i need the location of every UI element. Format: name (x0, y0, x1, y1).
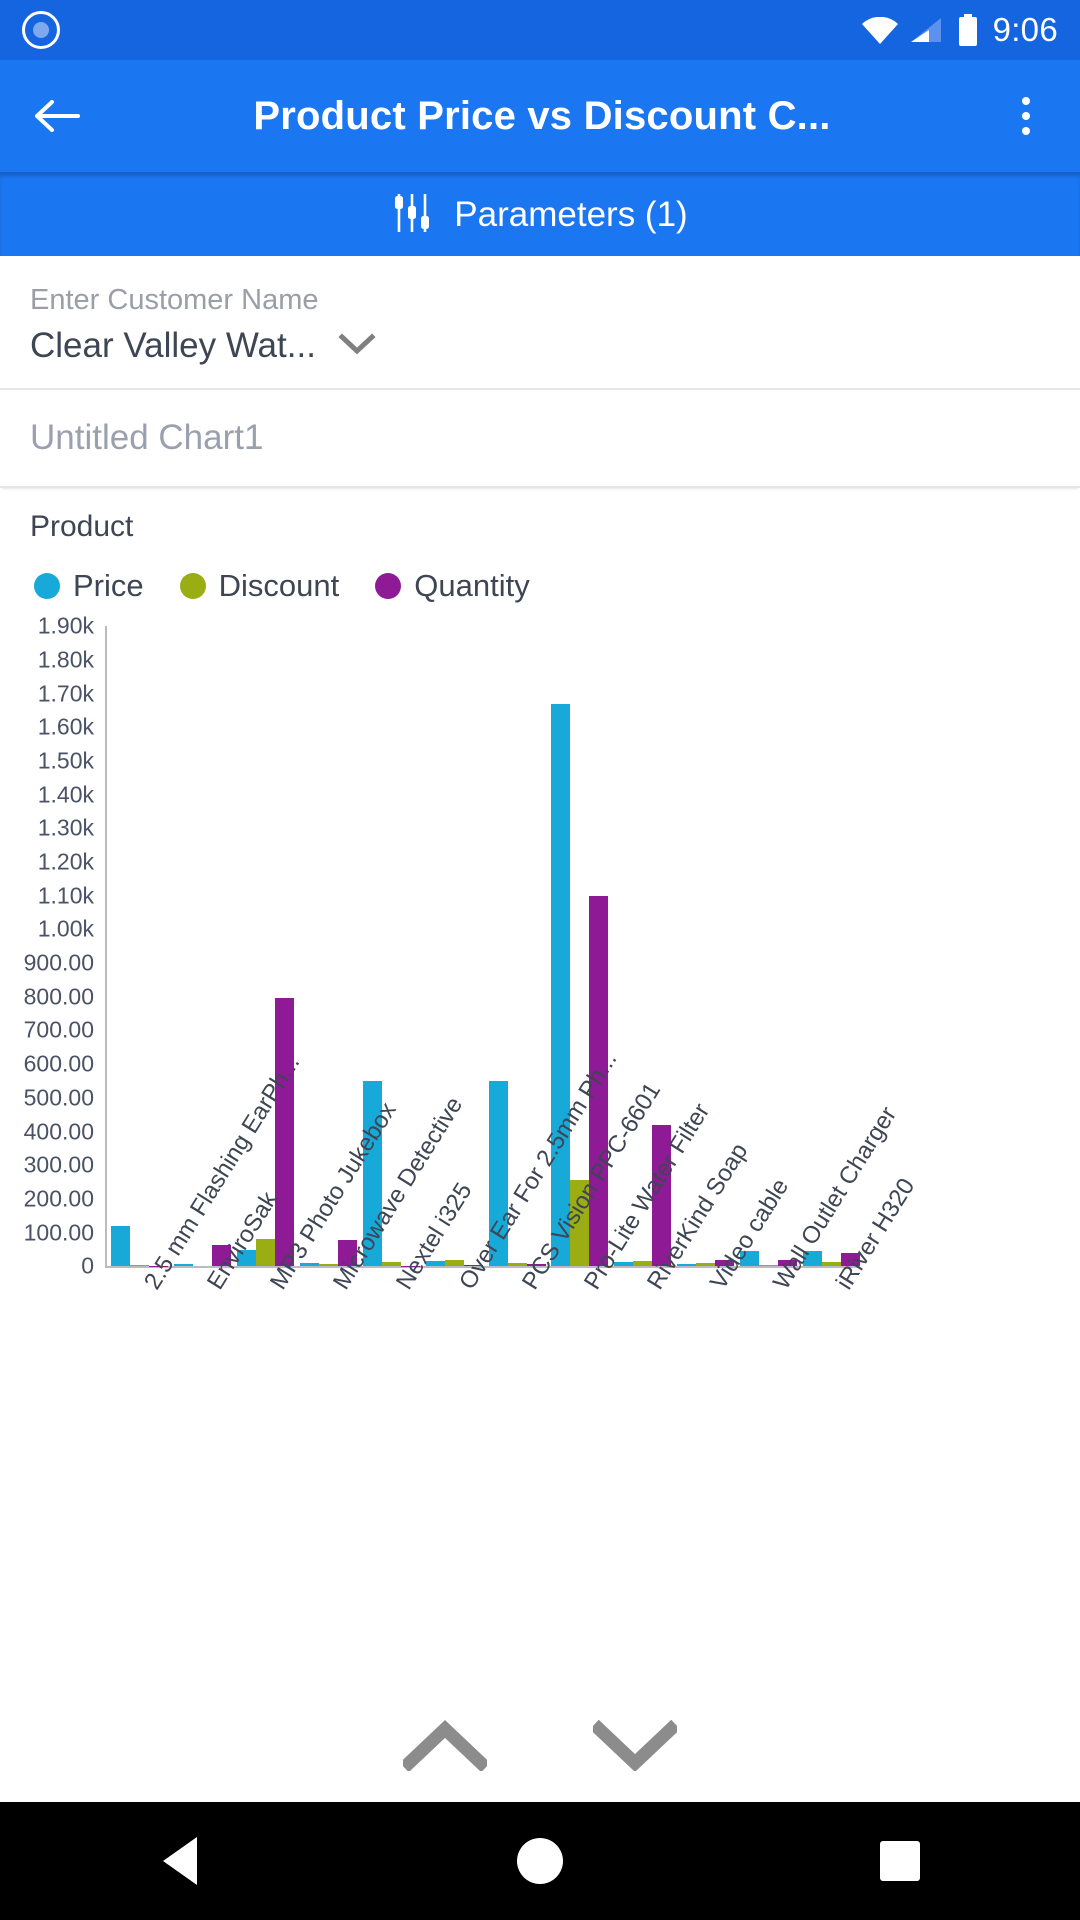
bar-group (736, 626, 799, 1267)
nav-back-triangle[interactable] (120, 1821, 240, 1901)
legend-swatch-icon (34, 573, 60, 600)
legend-item-quantity[interactable]: Quantity (375, 568, 530, 604)
app-screen: 9:06 Product Price vs Discount C... Para… (0, 0, 1080, 1920)
app-indicator-icon (22, 11, 60, 49)
bar-price[interactable] (111, 1225, 130, 1267)
y-axis-tick-label: 1.90k (37, 612, 94, 639)
y-axis-tick-label: 0 (81, 1252, 94, 1279)
y-axis-tick-label: 900.00 (23, 949, 94, 976)
chart-title-value: Untitled Chart1 (30, 418, 264, 458)
y-axis-tick-label: 1.40k (37, 781, 94, 808)
sliders-icon (392, 190, 434, 241)
battery-icon (957, 14, 979, 46)
y-axis-tick-label: 400.00 (23, 1118, 94, 1144)
back-arrow-icon[interactable] (26, 86, 86, 146)
chevron-down-icon[interactable] (338, 332, 376, 361)
y-axis-tick-label: 1.00k (37, 915, 94, 942)
parameter-caption: Enter Customer Name (30, 284, 319, 316)
status-bar-clock: 9:06 (992, 11, 1058, 48)
bar-group (422, 626, 485, 1267)
parameter-value-row[interactable]: Clear Valley Wat... (30, 326, 1050, 366)
bar-discount[interactable] (822, 1262, 842, 1267)
y-axis-tick-label: 800.00 (23, 983, 94, 1010)
chevron-up-icon[interactable] (400, 1710, 490, 1780)
parameter-value: Clear Valley Wat... (30, 326, 316, 366)
bar-group (107, 626, 170, 1267)
y-axis-tick-label: 600.00 (23, 1050, 94, 1077)
y-axis-tick-label: 1.60k (37, 713, 94, 740)
bar-discount[interactable] (381, 1262, 401, 1267)
y-axis-tick-label: 300.00 (23, 1151, 94, 1178)
y-axis-tick-label: 1.30k (37, 814, 94, 841)
bar-quantity[interactable] (274, 998, 294, 1267)
legend-label: Quantity (414, 568, 530, 604)
nav-recents-square[interactable] (840, 1821, 960, 1901)
chart-title-field[interactable]: Untitled Chart1 (0, 390, 1080, 489)
chart-container: Product Price Discount Quantity 1.90k 1.80k… (0, 488, 1080, 1718)
parameters-label: Parameters (1) (454, 195, 688, 234)
bar-discount[interactable] (318, 1263, 338, 1267)
chart-plot-area: 1.90k 1.80k 1.70k 1.60k 1.50k 1.40k 1.30k 1.20k… (0, 613, 1080, 1295)
chart-x-axis-labels: 2.5 mm Flashing EarPh... EnviroSak MP3 Pho… (107, 1047, 920, 1534)
legend-label: Price (73, 568, 144, 604)
bar-discount[interactable] (444, 1260, 464, 1267)
legend-swatch-icon (375, 573, 402, 600)
legend-label: Discount (218, 568, 340, 604)
y-axis-tick-label: 500.00 (23, 1084, 94, 1111)
chart-y-axis-labels: 1.90k 1.80k 1.70k 1.60k 1.50k 1.40k 1.30k 1.20k… (0, 613, 102, 1279)
chart-x-axis-caption: Product (30, 510, 134, 544)
overflow-menu-icon[interactable] (998, 86, 1054, 146)
bar-discount[interactable] (633, 1260, 653, 1267)
legend-item-discount[interactable]: Discount (179, 568, 340, 604)
app-toolbar: Product Price vs Discount C... (0, 60, 1080, 172)
cellular-signal-icon (909, 16, 943, 44)
parameters-bar[interactable]: Parameters (1) (0, 172, 1080, 256)
y-axis-tick-label: 1.20k (37, 848, 94, 875)
y-axis-tick-label: 100.00 (23, 1219, 94, 1246)
bar-group (233, 626, 296, 1267)
status-bar-right: 9:06 (861, 11, 1058, 49)
y-axis-tick-label: 700.00 (23, 1016, 94, 1043)
y-axis-tick-label: 1.70k (37, 680, 94, 707)
chart-legend: Price Discount Quantity (0, 544, 1080, 604)
y-axis-tick-label: 200.00 (23, 1185, 94, 1212)
page-title: Product Price vs Discount C... (253, 93, 831, 138)
parameter-field[interactable]: Enter Customer Name Clear Valley Wat... (0, 256, 1080, 391)
chart-pager (0, 1700, 1080, 1790)
y-axis-tick-label: 1.50k (37, 747, 94, 774)
wifi-icon (861, 17, 898, 44)
status-bar: 9:06 (0, 0, 1080, 60)
bar-discount[interactable] (507, 1262, 527, 1267)
y-axis-tick-label: 1.80k (37, 646, 94, 673)
bar-discount[interactable] (255, 1238, 275, 1267)
android-navigation-bar (0, 1802, 1080, 1920)
legend-item-price[interactable]: Price (34, 568, 144, 604)
y-axis-tick-label: 1.10k (37, 882, 94, 909)
status-bar-left (22, 11, 60, 49)
bar-price[interactable] (551, 703, 571, 1267)
nav-home-circle[interactable] (480, 1821, 600, 1901)
legend-swatch-icon (179, 573, 206, 600)
chevron-down-icon-pager[interactable] (590, 1710, 680, 1780)
